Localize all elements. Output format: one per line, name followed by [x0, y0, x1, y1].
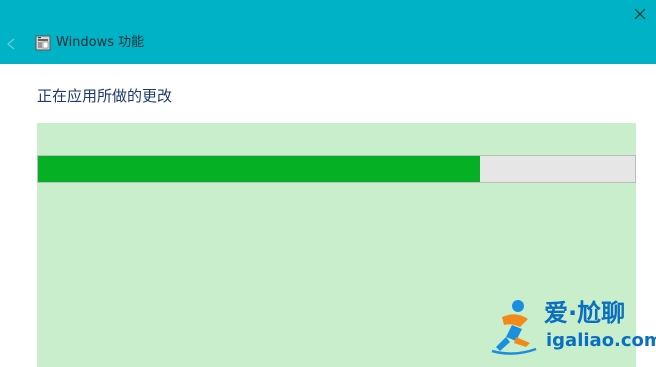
watermark: 爱·尬聊 igaliao.com — [490, 297, 656, 359]
watermark-name: 爱·尬聊 — [544, 299, 626, 327]
back-arrow-icon[interactable] — [4, 36, 18, 50]
close-button[interactable] — [624, 0, 656, 28]
running-figure-logo-icon — [490, 297, 542, 357]
progress-bar — [37, 155, 636, 183]
watermark-url: igaliao.com — [546, 330, 656, 351]
progress-bar-fill — [38, 156, 480, 182]
windows-features-icon — [35, 35, 51, 51]
windows-features-dialog: Windows 功能 正在应用所做的更改 爱·尬聊 igaliao.com — [0, 0, 656, 367]
title-bar: Windows 功能 — [0, 0, 656, 64]
status-heading: 正在应用所做的更改 — [37, 87, 173, 105]
close-icon — [634, 8, 646, 20]
window-title: Windows 功能 — [56, 35, 145, 50]
